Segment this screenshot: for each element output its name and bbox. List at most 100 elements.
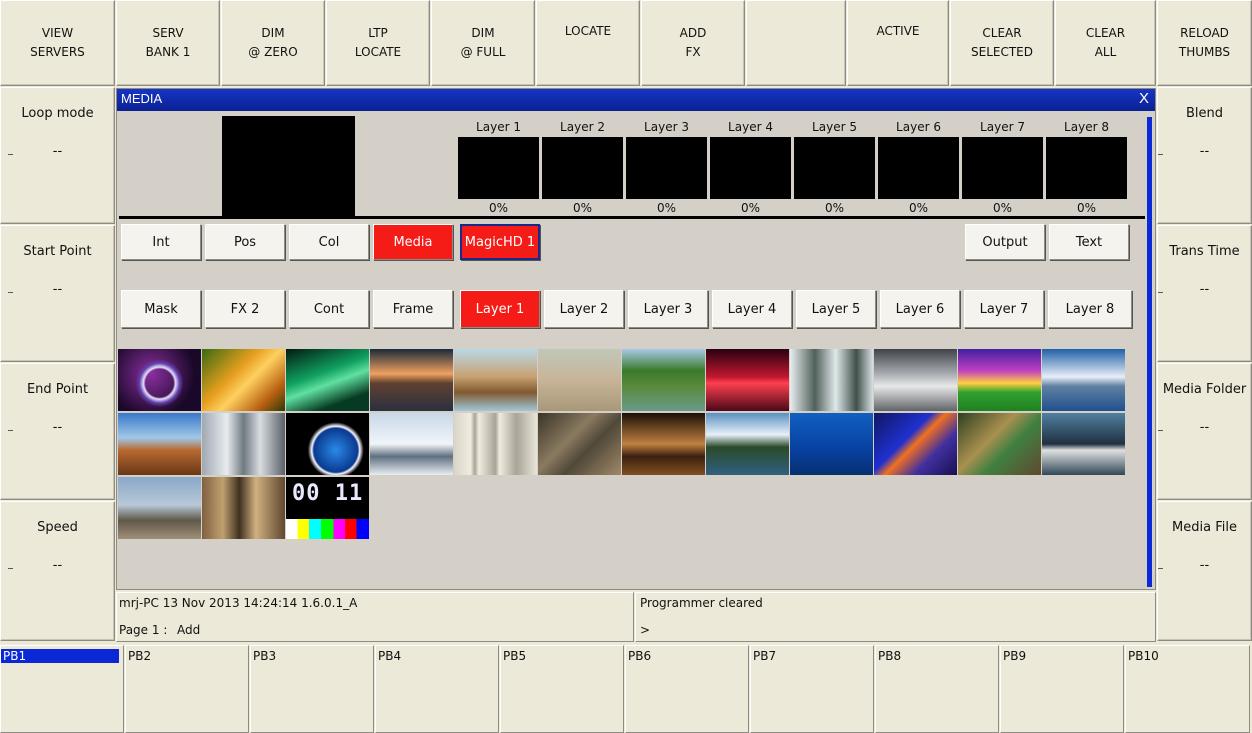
encoder-notch (8, 292, 13, 293)
media-thumbnail-crowd[interactable] (202, 477, 285, 539)
media-folder-encoder[interactable]: Media Folder -- (1157, 363, 1252, 500)
close-icon[interactable]: X (1139, 90, 1149, 107)
media-title: MEDIA (121, 91, 163, 106)
dim-full-button[interactable]: DIM @ FULL (431, 0, 535, 86)
scrollbar[interactable] (1147, 117, 1152, 587)
layer-tab-3[interactable]: Layer 3 (628, 290, 708, 328)
media-file-encoder[interactable]: Media File -- (1157, 501, 1252, 641)
encoder-notch (1158, 568, 1163, 569)
playback-button-10[interactable]: PB10 (1125, 645, 1250, 733)
layer-preview (542, 137, 623, 199)
trans-time-encoder[interactable]: Trans Time -- (1157, 225, 1252, 362)
media-title-bar[interactable]: MEDIA X (117, 89, 1155, 111)
media-thumbnail-snowy-forest[interactable] (790, 349, 873, 411)
blank-button[interactable] (746, 0, 846, 86)
media-thumbnail-purple-sky[interactable] (958, 349, 1041, 411)
playback-button-2[interactable]: PB2 (125, 645, 249, 733)
ltp-locate-button[interactable]: LTP LOCATE (326, 0, 430, 86)
pos-button[interactable]: Pos (205, 224, 285, 260)
add-fx-button[interactable]: ADD FX (641, 0, 745, 86)
mask-button[interactable]: Mask (121, 290, 201, 328)
media-thumbnail-classic-building[interactable] (454, 413, 537, 475)
media-thumbnail-clouds[interactable] (874, 349, 957, 411)
layer-monitor-8: Layer 8 0% (1045, 118, 1128, 217)
media-thumbnail-desert-rocks[interactable] (118, 413, 201, 475)
playback-button-6[interactable]: PB6 (625, 645, 749, 733)
playback-button-8[interactable]: PB8 (875, 645, 999, 733)
output-preview (222, 116, 355, 217)
server-tab-magichd-1[interactable]: MagicHD 1 (460, 224, 540, 260)
encoder-notch (8, 430, 13, 431)
media-thumbnail-orange-swirl[interactable] (202, 349, 285, 411)
layer-tab-4[interactable]: Layer 4 (712, 290, 792, 328)
clear-selected-button[interactable]: CLEAR SELECTED (950, 0, 1054, 86)
test-card-digits: 00 11 (292, 481, 364, 506)
media-thumbnail-reef[interactable] (958, 413, 1041, 475)
media-thumbnail-green-aurora[interactable] (286, 349, 369, 411)
playback-button-5[interactable]: PB5 (500, 645, 624, 733)
media-thumbnail-skyscraper[interactable] (202, 413, 285, 475)
media-button[interactable]: Media (373, 224, 453, 260)
locate-button[interactable]: LOCATE (536, 0, 640, 86)
media-thumbnail-snow-river[interactable] (370, 413, 453, 475)
playback-button-9[interactable]: PB9 (1000, 645, 1124, 733)
media-thumbnail-clownfish[interactable] (874, 413, 957, 475)
playback-label: PB1 (1, 649, 119, 663)
active-button[interactable]: ACTIVE (847, 0, 949, 86)
playback-label: PB7 (753, 649, 777, 663)
view-servers-button[interactable]: VIEW SERVERS (0, 0, 115, 86)
system-info: mrj-PC 13 Nov 2013 14:24:14 1.6.0.1_A (119, 596, 358, 610)
cont-button[interactable]: Cont (289, 290, 369, 328)
start-point-encoder[interactable]: Start Point -- (0, 225, 115, 362)
col-button[interactable]: Col (289, 224, 369, 260)
playback-button-4[interactable]: PB4 (375, 645, 499, 733)
layer-tab-7[interactable]: Layer 7 (964, 290, 1044, 328)
encoder-notch (8, 568, 13, 569)
media-thumbnail-dusk-shore[interactable] (370, 349, 453, 411)
media-thumbnail-airplane[interactable] (118, 477, 201, 539)
playback-label: PB2 (128, 649, 152, 663)
media-thumbnail-test-card[interactable]: 00 11 (286, 477, 369, 539)
speed-encoder[interactable]: Speed -- (0, 501, 115, 641)
layer-monitor-2: Layer 2 0% (541, 118, 624, 217)
command-line-cell[interactable]: Programmer cleared > (635, 592, 1156, 642)
media-thumbnail-alpine-sky[interactable] (1042, 349, 1125, 411)
output-button[interactable]: Output (965, 224, 1045, 260)
fx2-button[interactable]: FX 2 (205, 290, 285, 328)
media-thumbnail-city-aerial[interactable] (538, 413, 621, 475)
encoder-notch (1158, 292, 1163, 293)
media-thumbnail-sand[interactable] (538, 349, 621, 411)
playback-button-1[interactable]: PB1 (0, 645, 124, 733)
layer-tab-1[interactable]: Layer 1 (460, 290, 540, 328)
media-thumbnail-red-sunset[interactable] (706, 349, 789, 411)
blend-encoder[interactable]: Blend -- (1157, 87, 1252, 224)
layer-tab-8[interactable]: Layer 8 (1048, 290, 1132, 328)
layer-tab-5[interactable]: Layer 5 (796, 290, 876, 328)
page-label: Page 1 : (119, 623, 168, 637)
layer-tab-2[interactable]: Layer 2 (544, 290, 624, 328)
playback-row: PB1 PB2 PB3 PB4 PB5 PB6 PB7 PB8 PB9 PB10 (0, 645, 1252, 733)
dim-zero-button[interactable]: DIM @ ZERO (221, 0, 325, 86)
media-thumbnail-lake-mountain[interactable] (706, 413, 789, 475)
int-button[interactable]: Int (121, 224, 201, 260)
media-thumbnail-speedboat[interactable] (1042, 413, 1125, 475)
loop-mode-encoder[interactable]: Loop mode -- (0, 87, 115, 224)
layer-tab-6[interactable]: Layer 6 (880, 290, 960, 328)
media-thumbnail-city-night[interactable] (622, 413, 705, 475)
media-thumbnail-underwater[interactable] (790, 413, 873, 475)
clear-all-button[interactable]: CLEAR ALL (1055, 0, 1156, 86)
media-thumbnail-green-lake[interactable] (622, 349, 705, 411)
playback-button-3[interactable]: PB3 (250, 645, 374, 733)
media-thumbnail-earth-globe[interactable] (286, 413, 369, 475)
encoder-notch (1158, 154, 1163, 155)
layer-preview (794, 137, 875, 199)
playback-button-7[interactable]: PB7 (750, 645, 874, 733)
layer-preview (626, 137, 707, 199)
serv-bank-button[interactable]: SERV BANK 1 (116, 0, 220, 86)
frame-button[interactable]: Frame (373, 290, 453, 328)
media-thumbnail-sea-rocks[interactable] (454, 349, 537, 411)
text-button[interactable]: Text (1049, 224, 1129, 260)
end-point-encoder[interactable]: End Point -- (0, 363, 115, 500)
reload-thumbs-button[interactable]: RELOAD THUMBS (1157, 0, 1252, 86)
media-thumbnail-ring[interactable] (118, 349, 201, 411)
